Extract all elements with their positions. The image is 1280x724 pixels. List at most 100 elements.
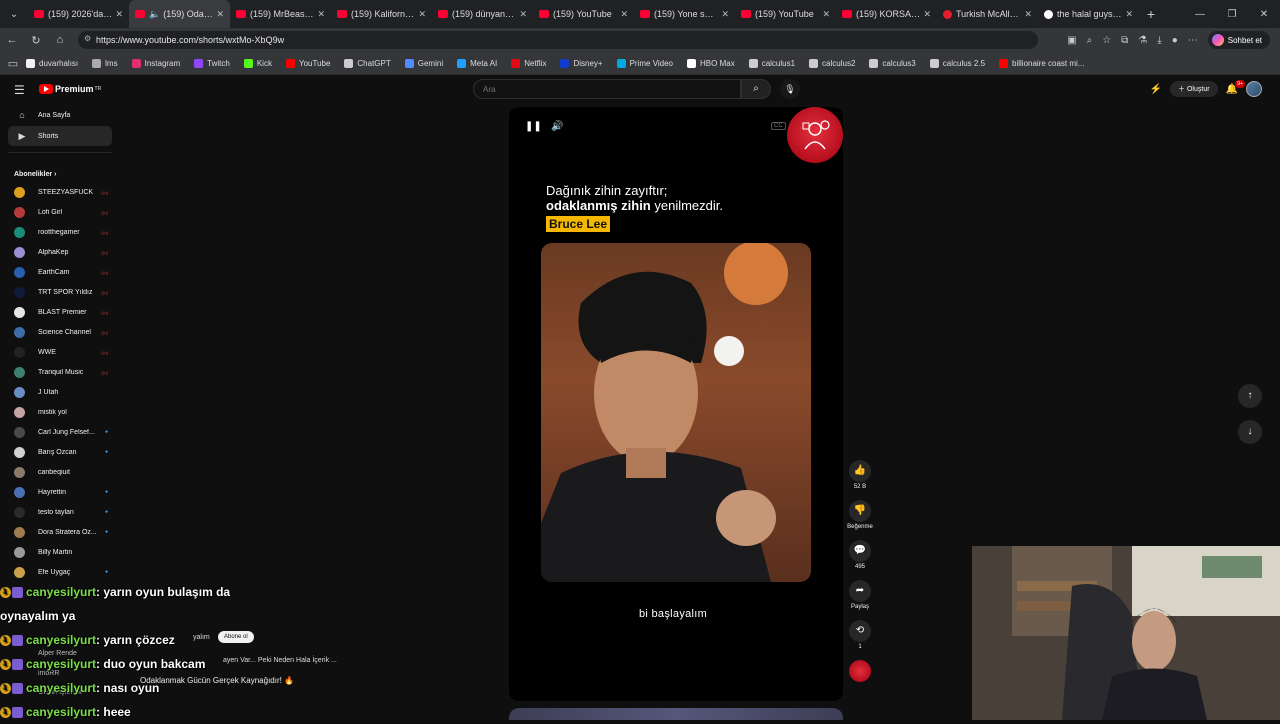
bookmark-item[interactable]: billionaire coast mi... <box>999 58 1085 68</box>
sidebar-item-home[interactable]: ⌂ Ana Sayfa <box>8 105 112 125</box>
bookmark-item[interactable]: HBO Max <box>687 58 735 68</box>
bookmark-item[interactable]: calculus3 <box>869 58 916 68</box>
browser-tab[interactable]: (159) MrBeast - Y ✕ <box>230 0 331 28</box>
subscription-item[interactable]: Science Channel ((•)) <box>8 322 112 342</box>
subscription-item[interactable]: canbeqiuit <box>8 462 112 482</box>
subscription-item[interactable]: testo taylan ● <box>8 502 112 522</box>
comments-button[interactable]: 💬 495 <box>840 540 880 570</box>
dislike-button[interactable]: 👎 Beğenme <box>840 500 880 530</box>
collections-icon[interactable]: ⚗ <box>1138 35 1147 46</box>
sidebar-item-shorts[interactable]: ▶ Shorts <box>8 126 112 146</box>
notifications-bell-icon[interactable]: 🔔 9+ <box>1226 79 1245 95</box>
subscription-item[interactable]: Tranquil Music ((•)) <box>8 362 112 382</box>
pause-icon[interactable]: ❚❚ <box>525 121 542 132</box>
browser-tab[interactable]: (159) KORSAN O ✕ <box>836 0 937 28</box>
bookmark-item[interactable]: ChatGPT <box>344 58 391 68</box>
subscription-item[interactable]: Barış Özcan ● <box>8 442 112 462</box>
browser-tab[interactable]: (159) dünyanın en✕ <box>432 0 533 28</box>
like-button[interactable]: 👍 52 B <box>840 460 880 490</box>
tab-close-icon[interactable]: ✕ <box>721 9 729 20</box>
subscription-item[interactable]: WWE ((•)) <box>8 342 112 362</box>
tab-close-icon[interactable]: ✕ <box>216 9 224 20</box>
site-info-icon[interactable]: ⚙ <box>84 34 91 43</box>
subscription-item[interactable]: AlphaKep ((•)) <box>8 242 112 262</box>
bookmark-item[interactable]: calculus2 <box>809 58 855 68</box>
previous-short-button[interactable]: ↑ <box>1238 384 1262 408</box>
bookmark-item[interactable]: YouTube <box>285 58 330 68</box>
downloads-icon[interactable]: ⤓ <box>1157 35 1161 46</box>
copilot-chat-button[interactable]: Sohbet et <box>1207 31 1270 49</box>
voice-search-button[interactable]: 🎙 <box>780 79 800 99</box>
share-button[interactable]: ➦ Paylaş <box>840 580 880 610</box>
tab-close-icon[interactable]: ✕ <box>822 9 830 20</box>
home-icon[interactable]: ⌂ <box>48 34 72 46</box>
tab-close-icon[interactable]: ✕ <box>1024 9 1032 20</box>
browser-tab[interactable]: the halal guys mc ✕ <box>1038 0 1139 28</box>
next-short-preview[interactable] <box>509 708 843 720</box>
tab-audio-icon[interactable]: 🔈 <box>149 9 160 20</box>
browser-tab[interactable]: 🔈 (159) Odakla ✕ <box>129 0 230 28</box>
bookmark-item[interactable]: Twitch <box>194 58 230 68</box>
subscription-item[interactable]: EarthCam ((•)) <box>8 262 112 282</box>
new-tab-button[interactable]: + <box>1139 6 1163 22</box>
subscription-item[interactable]: Dora Stratera Öz... ● <box>8 522 112 542</box>
bookmark-item[interactable]: calculus1 <box>748 58 795 68</box>
browser-tab[interactable]: (159) Kaliforniya F✕ <box>331 0 432 28</box>
url-field[interactable]: ⚙ https://www.youtube.com/shorts/wxtMo-X… <box>78 31 1038 49</box>
create-button[interactable]: ＋ Oluştur <box>1170 81 1218 97</box>
subscription-item[interactable]: STEEZYASFUCK ((•)) <box>8 182 112 202</box>
tab-close-icon[interactable]: ✕ <box>418 9 426 20</box>
next-short-button[interactable]: ↓ <box>1238 420 1262 444</box>
subscription-item[interactable]: Lofi Girl ((•)) <box>8 202 112 222</box>
subscription-item[interactable]: Carl Jung Felsef... ● <box>8 422 112 442</box>
tab-close-icon[interactable]: ✕ <box>115 9 123 20</box>
reload-icon[interactable]: ↻ <box>24 34 48 47</box>
shorts-player[interactable]: ❚❚ 🔊 CC Dağınık zihin zayıftır; odaklanm… <box>509 107 843 701</box>
browser-tab[interactable]: (159) 2026'da Dü ✕ <box>28 0 129 28</box>
app-available-icon[interactable]: ▣ <box>1067 35 1076 46</box>
bookmark-item[interactable]: duvarhalısı <box>26 58 78 68</box>
more-icon[interactable]: ⋯ <box>1188 35 1198 46</box>
tab-close-icon[interactable]: ✕ <box>317 9 325 20</box>
subscription-item[interactable]: BLAST Premier ((•)) <box>8 302 112 322</box>
bookmark-item[interactable]: Disney+ <box>560 58 603 68</box>
guide-menu-icon[interactable]: ☰ <box>14 83 25 97</box>
subscription-item[interactable]: J Utah <box>8 382 112 402</box>
bookmark-item[interactable]: Kick <box>243 58 272 68</box>
subscriptions-heading[interactable]: Abonelikler › <box>8 159 112 182</box>
tab-close-icon[interactable]: ✕ <box>519 9 527 20</box>
browser-tab[interactable]: (159) YouTube ✕ <box>735 0 836 28</box>
sound-button[interactable] <box>840 660 880 682</box>
subscription-item[interactable]: rootthegamer ((•)) <box>8 222 112 242</box>
bookmark-item[interactable]: lms <box>92 58 118 68</box>
tab-list-icon[interactable]: ⌄ <box>0 0 28 28</box>
tab-close-icon[interactable]: ✕ <box>620 9 628 20</box>
minimize-icon[interactable]: — <box>1184 9 1216 20</box>
browser-tab[interactable]: (159) YouTube ✕ <box>533 0 634 28</box>
youtube-premium-logo[interactable]: Premium TR <box>39 84 101 94</box>
bookmark-item[interactable]: Netflix <box>511 58 546 68</box>
bookmark-item[interactable]: Meta AI <box>457 58 497 68</box>
restore-icon[interactable]: ❐ <box>1216 9 1248 20</box>
subscription-item[interactable]: Hayrettin ● <box>8 482 112 502</box>
subscription-item[interactable]: TRT SPOR Yıldız ((•)) <box>8 282 112 302</box>
bookmark-item[interactable]: Gemini <box>404 58 443 68</box>
back-icon[interactable]: ← <box>0 34 24 46</box>
profile-icon[interactable]: ● <box>1172 35 1178 46</box>
volume-icon[interactable]: 🔊 <box>551 121 563 132</box>
sidebar-toggle-icon[interactable]: ▭ <box>0 57 26 70</box>
favorite-star-icon[interactable]: ☆ <box>1102 35 1111 46</box>
avatar[interactable] <box>1246 81 1262 97</box>
zoom-icon[interactable]: ⌕ <box>1087 35 1093 46</box>
extensions-icon[interactable]: ⧉ <box>1121 35 1128 46</box>
tab-close-icon[interactable]: ✕ <box>923 9 931 20</box>
search-button[interactable]: ⌕ <box>741 79 771 99</box>
cast-icon[interactable]: ⚡ <box>1150 84 1162 95</box>
subscription-item[interactable]: Efe Uygaç ● <box>8 562 112 582</box>
browser-tab[interactable]: Turkish McAllen, T✕ <box>937 0 1038 28</box>
bookmark-item[interactable]: calculus 2.5 <box>929 58 985 68</box>
close-window-icon[interactable]: ✕ <box>1248 9 1280 20</box>
remix-button[interactable]: ⟲ 1 <box>840 620 880 650</box>
subscription-item[interactable]: mistik yol <box>8 402 112 422</box>
bookmark-item[interactable]: Prime Video <box>616 58 673 68</box>
